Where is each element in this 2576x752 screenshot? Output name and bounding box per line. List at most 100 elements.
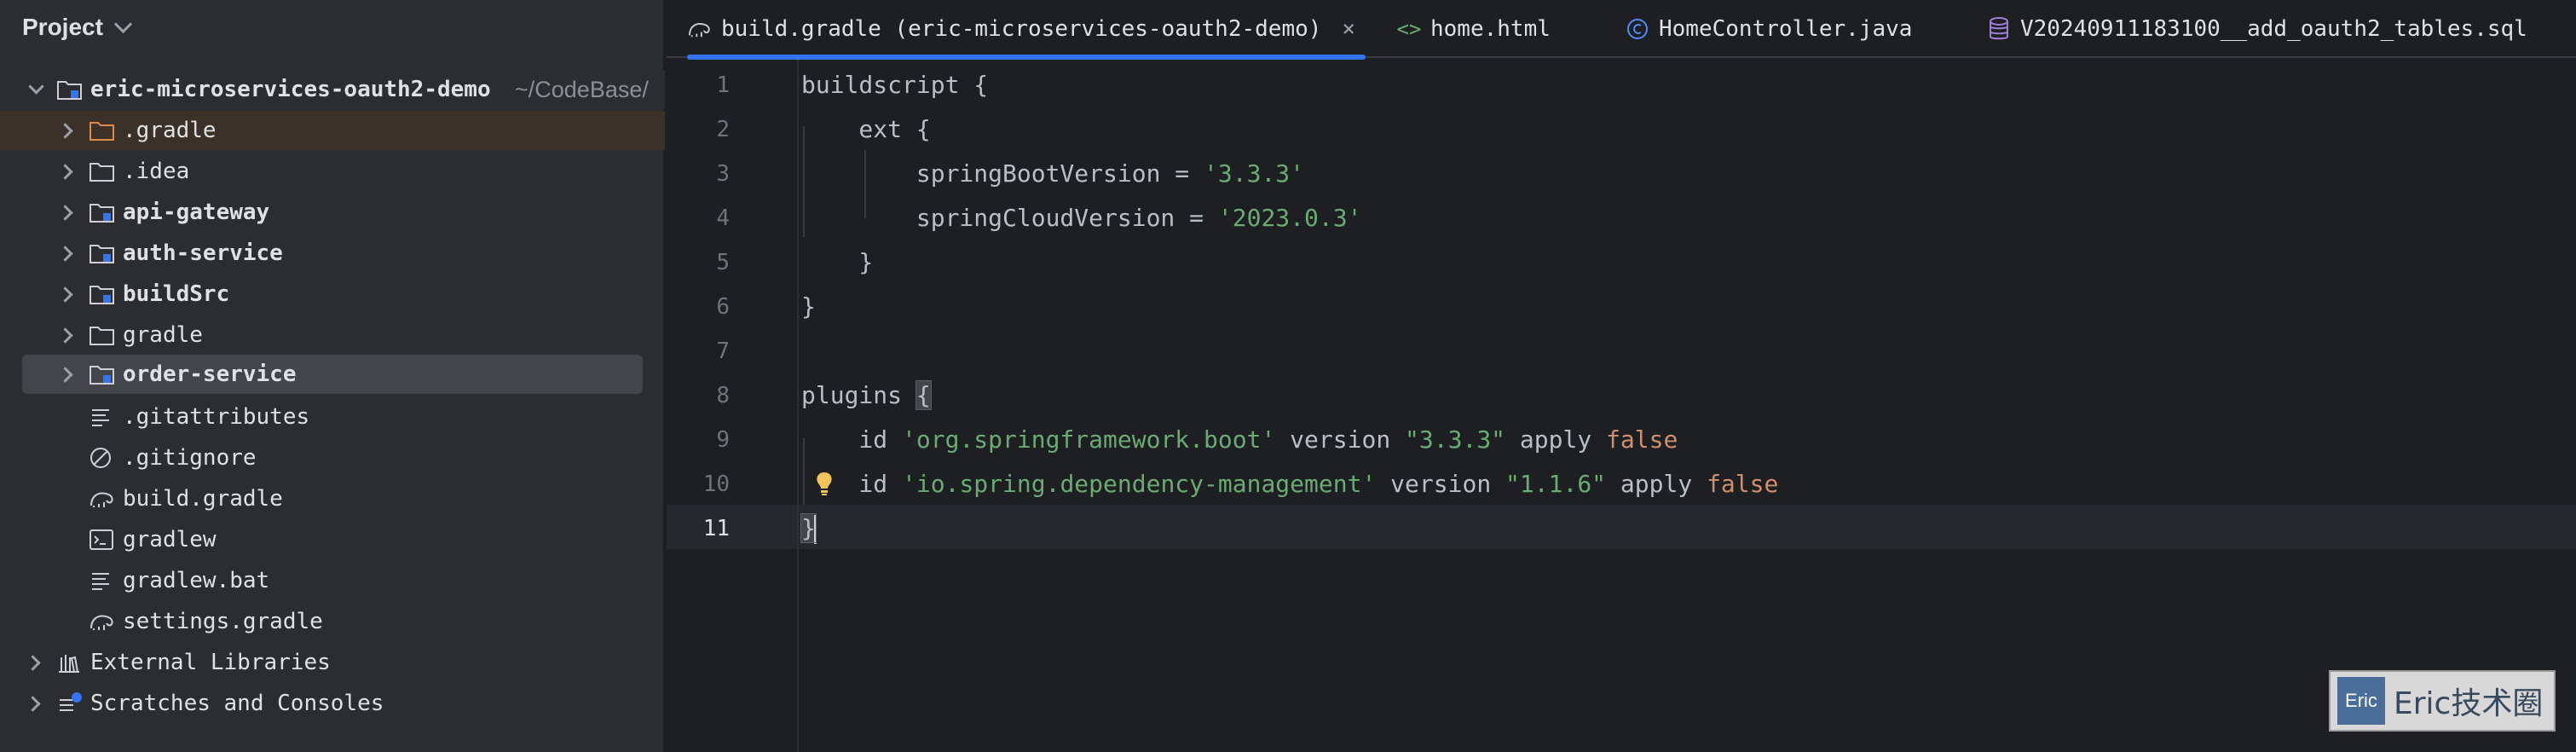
gutter-separator (797, 60, 799, 752)
line-number-current: 11 (702, 516, 730, 541)
project-view-selector[interactable]: Project (22, 10, 133, 44)
tree-item-auth-service[interactable]: auth-service (0, 234, 665, 273)
chevron-right-icon[interactable] (57, 246, 73, 262)
code-text: plugins (801, 381, 916, 409)
chevron-right-icon[interactable] (57, 205, 73, 221)
chevron-down-icon (113, 14, 133, 33)
library-icon (59, 655, 79, 673)
tree-item-external-libraries[interactable]: External Libraries (0, 643, 665, 682)
tab-migration-sql[interactable]: V20240911183100__add_oauth2_tables.sql (1986, 0, 2527, 58)
project-title: Project (22, 14, 103, 40)
code-text: springBootVersion = (801, 159, 1204, 188)
line-number: 5 (716, 250, 730, 275)
tree-item-settings-gradle[interactable]: settings.gradle (0, 602, 665, 641)
code-line-10: id 'io.spring.dependency-management' ver… (801, 462, 1778, 506)
watermark: Eric Eric技术圈 (2329, 670, 2556, 732)
code-text: id (801, 425, 903, 454)
code-line-11: } (800, 506, 817, 551)
tree-item-order-service[interactable]: order-service (22, 355, 643, 394)
chevron-right-icon[interactable] (57, 164, 73, 180)
chevron-right-icon[interactable] (57, 286, 73, 303)
code-line-3: springBootVersion = '3.3.3' (801, 152, 1304, 196)
tree-item-build-gradle[interactable]: build.gradle (0, 479, 665, 518)
code-line-9: id 'org.springframework.boot' version "3… (801, 418, 1678, 462)
database-icon (1986, 16, 2012, 42)
chevron-right-icon[interactable] (25, 655, 41, 671)
module-folder-icon (90, 245, 114, 263)
watermark-text: Eric技术圈 (2394, 686, 2544, 721)
tree-item-gitattributes[interactable]: .gitattributes (0, 397, 665, 437)
tree-item-label: order-service (123, 362, 297, 387)
code-text: } (801, 248, 874, 276)
tree-item-scratches[interactable]: Scratches and Consoles (0, 684, 665, 723)
string-literal: "1.1.6" (1505, 470, 1607, 498)
line-number: 4 (716, 205, 730, 231)
line-number: 8 (716, 383, 730, 408)
line-number: 2 (716, 117, 730, 142)
tree-item-idea[interactable]: .idea (0, 152, 665, 191)
tree-item-gradlew-bat[interactable]: gradlew.bat (0, 561, 665, 600)
tree-item-label: .gitignore (123, 445, 257, 471)
chevron-right-icon[interactable] (25, 696, 41, 712)
tree-item-label: auth-service (123, 240, 283, 266)
string-literal: 'io.spring.dependency-management' (902, 470, 1377, 498)
module-folder-icon (90, 204, 114, 223)
scratches-icon (60, 692, 82, 711)
tree-item-gradle[interactable]: gradle (0, 315, 665, 355)
folder-icon (90, 122, 114, 141)
close-tab-icon[interactable]: × (1342, 16, 1355, 42)
tree-item-label: settings.gradle (123, 609, 323, 634)
code-line-1: buildscript { (801, 63, 988, 107)
tab-label: build.gradle (eric-microservices-oauth2-… (721, 16, 1322, 42)
tree-item-dot-gradle[interactable]: .gradle (0, 111, 665, 150)
tab-home-html[interactable]: <> home.html (1396, 0, 1551, 58)
folder-icon (90, 163, 114, 182)
tree-item-label: External Libraries (90, 650, 331, 675)
tab-home-controller[interactable]: HomeController.java (1625, 0, 1912, 58)
tab-label: HomeController.java (1659, 16, 1913, 42)
line-number: 10 (702, 471, 730, 497)
html-icon: <> (1396, 17, 1422, 41)
watermark-logo: Eric (2337, 677, 2385, 725)
code-line-2: ext { (801, 107, 931, 152)
ignore-file-icon (90, 448, 111, 468)
tree-item-label: gradlew.bat (123, 568, 270, 593)
tree-item-label: gradle (123, 322, 203, 348)
tree-item-project-root[interactable]: eric-microservices-oauth2-demo ~/CodeBas… (0, 70, 665, 109)
tree-item-label: .gitattributes (123, 404, 310, 430)
gradle-elephant-icon (90, 492, 113, 507)
code-line-8: plugins { (801, 373, 932, 418)
string-literal: '3.3.3' (1204, 159, 1305, 188)
code-text: springCloudVersion = (801, 204, 1218, 232)
code-text: apply (1505, 425, 1607, 454)
java-class-icon (1625, 16, 1650, 42)
tree-item-label: gradlew (123, 527, 217, 552)
module-folder-icon (57, 81, 82, 100)
line-number: 7 (716, 338, 730, 364)
line-number: 6 (716, 294, 730, 320)
tree-item-label: .idea (123, 159, 190, 184)
tree-item-gradlew[interactable]: gradlew (0, 520, 665, 559)
code-line-6: } (801, 285, 816, 329)
tree-item-label: Scratches and Consoles (90, 691, 384, 716)
tree-item-buildsrc[interactable]: buildSrc (0, 275, 665, 314)
chevron-right-icon[interactable] (57, 123, 73, 139)
gradle-elephant-icon (90, 615, 113, 630)
code-text: id (801, 470, 903, 498)
chevron-down-icon[interactable] (28, 78, 44, 95)
tree-item-gitignore[interactable]: .gitignore (0, 438, 665, 477)
line-number: 3 (716, 161, 730, 187)
code-line-4: springCloudVersion = '2023.0.3' (801, 196, 1362, 240)
code-text: apply (1606, 470, 1707, 498)
module-folder-icon (90, 286, 114, 304)
chevron-right-icon[interactable] (57, 367, 73, 383)
code-line-5: } (801, 240, 873, 285)
chevron-right-icon[interactable] (57, 327, 73, 344)
project-path: ~/CodeBase/ (515, 76, 649, 102)
keyword: false (1606, 425, 1678, 454)
code-text: ext { (801, 115, 931, 143)
code-text: buildscript { (801, 71, 989, 99)
keyword: false (1707, 470, 1779, 498)
tab-build-gradle[interactable]: build.gradle (eric-microservices-oauth2-… (687, 0, 1366, 60)
tree-item-api-gateway[interactable]: api-gateway (0, 193, 665, 232)
